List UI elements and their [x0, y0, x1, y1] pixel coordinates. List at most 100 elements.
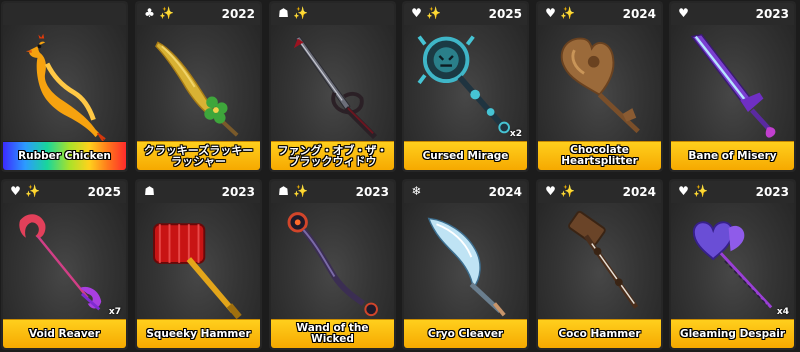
item-card[interactable]: ♥ ✨ 2024 Chocolate Heartsplitter [536, 1, 663, 172]
item-artwork [538, 203, 661, 319]
snowflake-icon: ❄ [411, 184, 422, 198]
item-artwork [137, 25, 260, 141]
item-quantity: x4 [776, 307, 789, 317]
item-name: Coco Hammer [538, 319, 661, 348]
item-tag-icons: ♣ ✨ [143, 6, 174, 20]
item-tag-icons: ♥ ✨ [544, 6, 575, 20]
item-artwork [671, 25, 794, 141]
item-card-body: ♣ ✨ 2022 クラッキーズラッキーラッシャー [137, 3, 260, 170]
sparkle-icon: ✨ [560, 184, 575, 198]
item-card[interactable]: ♥ ✨ 2025 x2 Cursed Mirage [402, 1, 529, 172]
item-name: Squeeky Hammer [137, 319, 260, 348]
item-card-body: ♥ ✨ 2023 x4 Gleaming Despair [671, 181, 794, 348]
sparkle-icon: ✨ [560, 6, 575, 20]
item-name: クラッキーズラッキーラッシャー [137, 141, 260, 170]
item-name: Chocolate Heartsplitter [538, 141, 661, 170]
item-card-body: ♥ ✨ 2024 Coco Hammer [538, 181, 661, 348]
item-year: 2023 [755, 185, 789, 199]
item-tag-icons: ❄ [410, 184, 423, 198]
item-artwork [137, 203, 260, 319]
item-year: 2024 [622, 185, 656, 199]
item-card[interactable]: ♥ ✨ 2024 Coco Hammer [536, 179, 663, 350]
item-card-header: ♥ ✨ 2025 [404, 3, 527, 25]
item-card-header: ☗ ✨ 2023 [271, 181, 394, 203]
item-artwork [538, 25, 661, 141]
sparkle-icon: ✨ [293, 184, 308, 198]
item-card[interactable]: ☗ ✨ ファング・オブ・ザ・ブラックウィドウ [269, 1, 396, 172]
item-year: 2022 [221, 7, 255, 21]
item-card-body: ♥ ✨ 2025 x2 Cursed Mirage [404, 3, 527, 170]
ghost-icon: ☗ [278, 184, 289, 198]
item-card[interactable]: ♥ 2023 Bane of Misery [669, 1, 796, 172]
item-artwork [404, 25, 527, 141]
item-card[interactable]: ♣ ✨ 2022 クラッキーズラッキーラッシャー [135, 1, 262, 172]
item-card[interactable]: ♥ ✨ 2025 x7 Void Reaver [1, 179, 128, 350]
item-artwork [271, 25, 394, 141]
item-name: Rubber Chicken [3, 141, 126, 170]
item-card-body: ☗ ✨ ファング・オブ・ザ・ブラックウィドウ [271, 3, 394, 170]
item-card-header: ❄ 2024 [404, 181, 527, 203]
item-name: Void Reaver [3, 319, 126, 348]
item-artwork [404, 203, 527, 319]
item-year: 2025 [87, 185, 121, 199]
item-artwork [271, 203, 394, 319]
sparkle-icon: ✨ [159, 6, 174, 20]
item-card[interactable]: ☗ ✨ 2023 Wand of the Wicked [269, 179, 396, 350]
clover-icon: ♣ [144, 6, 155, 20]
item-card-header: ♣ ✨ 2022 [137, 3, 260, 25]
item-card-body: Rubber Chicken [3, 3, 126, 170]
item-card-header: ♥ ✨ 2025 [3, 181, 126, 203]
heart-icon: ♥ [411, 6, 422, 20]
sparkle-icon: ✨ [426, 6, 441, 20]
item-tag-icons: ♥ ✨ [544, 184, 575, 198]
item-quantity: x7 [108, 307, 121, 317]
item-year: 2023 [221, 185, 255, 199]
ghost-icon: ☗ [278, 6, 289, 20]
item-card[interactable]: ❄ 2024 Cryo Cleaver [402, 179, 529, 350]
item-card-body: ♥ ✨ 2025 x7 Void Reaver [3, 181, 126, 348]
item-tag-icons: ☗ [143, 184, 156, 198]
item-card-body: ♥ 2023 Bane of Misery [671, 3, 794, 170]
item-card-body: ❄ 2024 Cryo Cleaver [404, 181, 527, 348]
heart-icon: ♥ [545, 6, 556, 20]
item-tag-icons: ☗ ✨ [277, 184, 308, 198]
item-year: 2024 [488, 185, 522, 199]
item-card-header: ☗ ✨ [271, 3, 394, 25]
item-name: ファング・オブ・ザ・ブラックウィドウ [271, 141, 394, 170]
item-quantity: x2 [509, 129, 522, 139]
item-card[interactable]: ☗ 2023 Squeeky Hammer [135, 179, 262, 350]
item-card-body: ☗ ✨ 2023 Wand of the Wicked [271, 181, 394, 348]
item-card[interactable]: Rubber Chicken [1, 1, 128, 172]
item-year: 2025 [488, 7, 522, 21]
item-tag-icons: ♥ [677, 6, 690, 20]
item-tag-icons: ♥ ✨ [410, 6, 441, 20]
item-card-header: ♥ ✨ 2024 [538, 181, 661, 203]
item-card-body: ♥ ✨ 2024 Chocolate Heartsplitter [538, 3, 661, 170]
item-name: Cryo Cleaver [404, 319, 527, 348]
item-tag-icons: ♥ ✨ [9, 184, 40, 198]
item-card-header: ♥ ✨ 2024 [538, 3, 661, 25]
inventory-grid: Rubber Chicken ♣ ✨ 2022 クラッキーズラッキーラッシャー ☗… [0, 0, 800, 352]
item-artwork [3, 25, 126, 141]
item-card-body: ☗ 2023 Squeeky Hammer [137, 181, 260, 348]
item-name: Bane of Misery [671, 141, 794, 170]
heart-icon: ♥ [678, 184, 689, 198]
item-year: 2023 [755, 7, 789, 21]
sparkle-icon: ✨ [693, 184, 708, 198]
sparkle-icon: ✨ [25, 184, 40, 198]
sparkle-icon: ✨ [293, 6, 308, 20]
item-tag-icons: ♥ ✨ [677, 184, 708, 198]
item-name: Cursed Mirage [404, 141, 527, 170]
ghost-icon: ☗ [144, 184, 155, 198]
item-year: 2024 [622, 7, 656, 21]
item-card-header: ☗ 2023 [137, 181, 260, 203]
heart-icon: ♥ [10, 184, 21, 198]
item-card[interactable]: ♥ ✨ 2023 x4 Gleaming Despair [669, 179, 796, 350]
heart-icon: ♥ [678, 6, 689, 20]
item-card-header [3, 3, 126, 25]
item-tag-icons: ☗ ✨ [277, 6, 308, 20]
item-artwork [671, 203, 794, 319]
item-artwork [3, 203, 126, 319]
item-year: 2023 [355, 185, 389, 199]
heart-icon: ♥ [545, 184, 556, 198]
